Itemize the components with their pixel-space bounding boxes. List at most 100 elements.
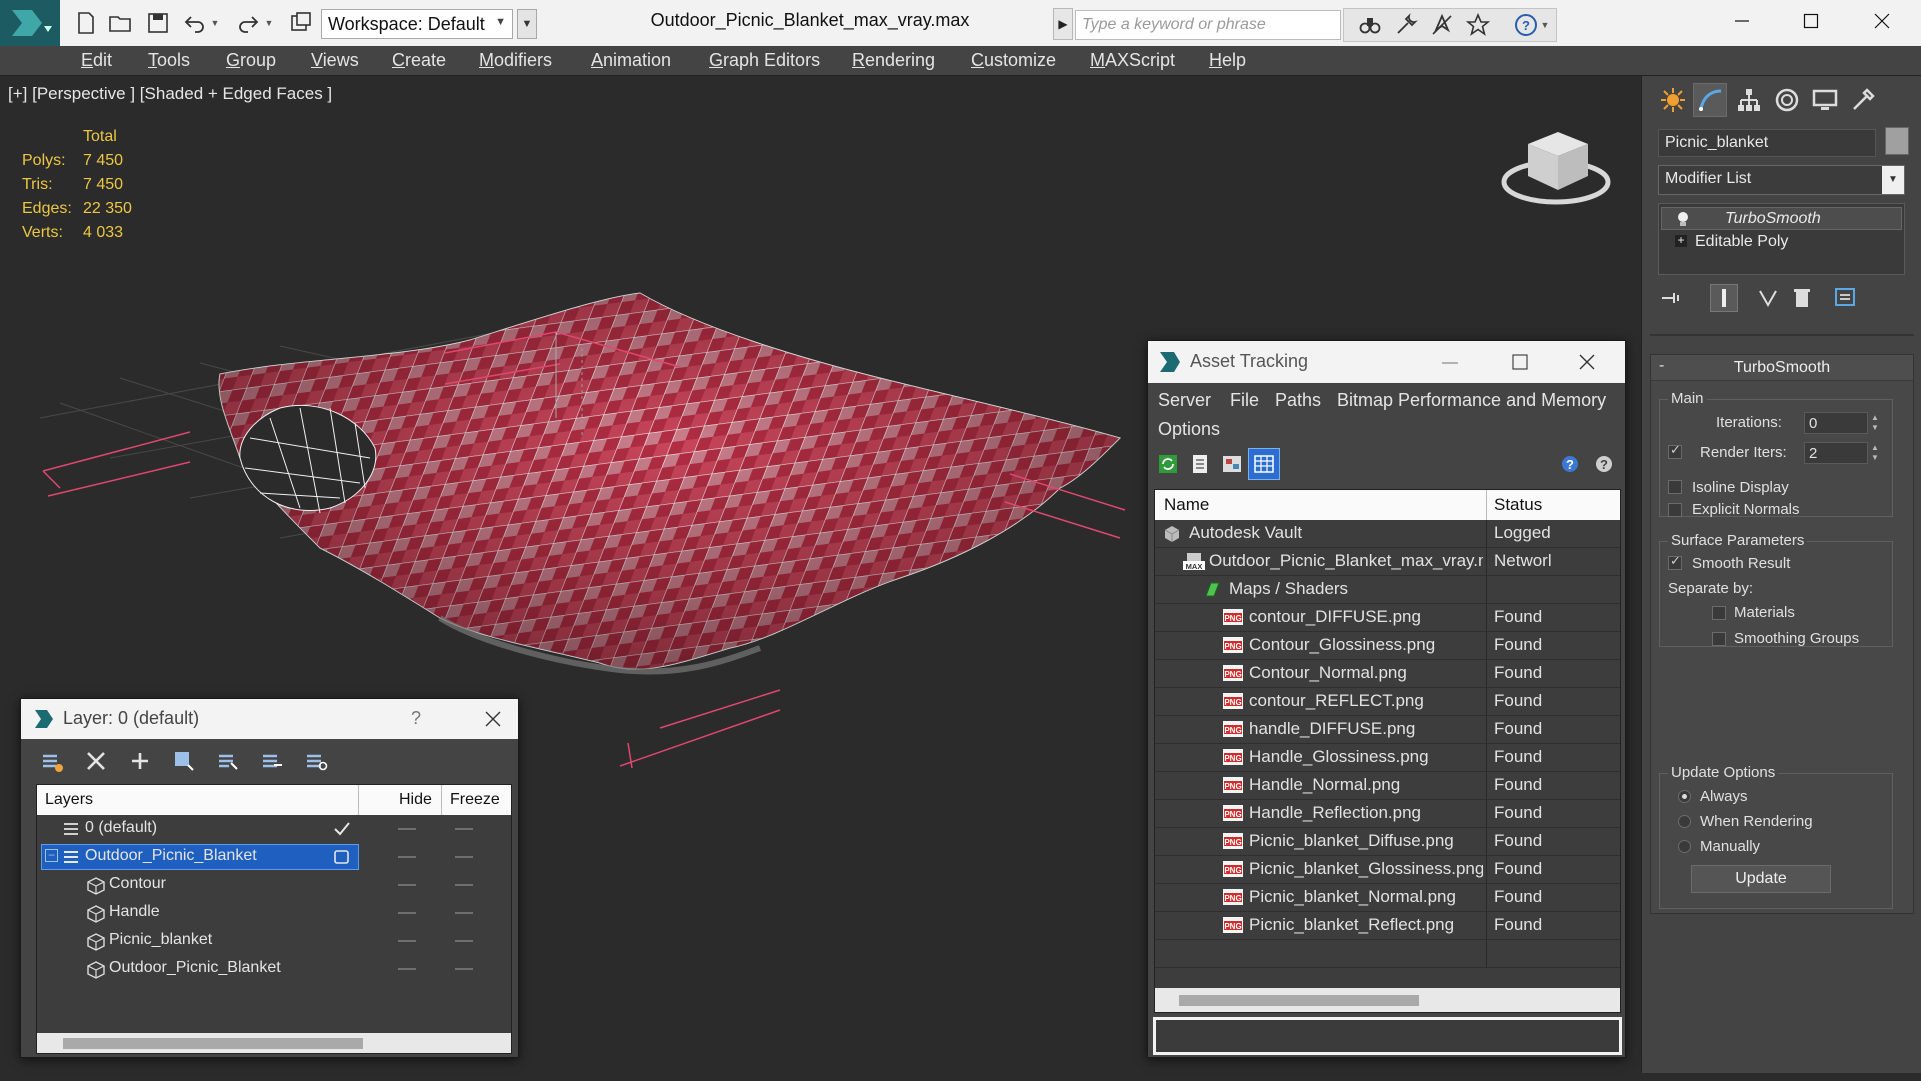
column-hide[interactable]: Hide (399, 791, 432, 809)
asset-row[interactable]: PNG Contour_Normal.png Found (1155, 660, 1620, 688)
update-manually-radio[interactable] (1678, 840, 1691, 853)
expand-plus-icon[interactable]: + (1675, 234, 1687, 247)
asset-row[interactable]: PNG Contour_Glossiness.png Found (1155, 632, 1620, 660)
workspace-menu-button[interactable]: ▼ (517, 9, 537, 39)
help-icon[interactable]: ? (1512, 11, 1540, 39)
menu-tools[interactable]: Tools (148, 50, 190, 71)
make-unique-icon[interactable] (1754, 284, 1782, 312)
configure-modifier-sets-icon[interactable] (1832, 284, 1860, 312)
iterations-spinner[interactable]: 0 ▲ ▼ (1804, 412, 1879, 434)
menu-create[interactable]: Create (392, 50, 446, 71)
modify-tab-icon[interactable] (1693, 83, 1727, 117)
asset-row[interactable]: PNG Picnic_blanket_Normal.png Found (1155, 884, 1620, 912)
object-row-outdoor-picnic-blanket[interactable]: Outdoor_Picnic_Blanket (37, 955, 511, 983)
layer-tree[interactable]: Layers Hide Freeze 0 (default) − Outdoor… (36, 784, 512, 1054)
whats-this-icon[interactable]: ? (1590, 450, 1618, 478)
smooth-result-checkbox[interactable] (1668, 553, 1682, 570)
horizontal-scrollbar[interactable] (1155, 988, 1620, 1012)
maximize-button[interactable] (1776, 0, 1846, 42)
scrollbar-thumb[interactable] (63, 1038, 363, 1049)
list-view-icon[interactable] (1186, 450, 1214, 478)
asset-row[interactable]: Maps / Shaders (1155, 576, 1620, 604)
autodesk-account-icon[interactable] (1428, 11, 1456, 39)
layer-row-default[interactable]: 0 (default) (37, 815, 511, 843)
viewport-label[interactable]: [+] [Perspective ] [Shaded + Edged Faces… (8, 84, 332, 104)
viewcube-icon[interactable] (1500, 124, 1616, 214)
asset-row[interactable]: PNG contour_REFLECT.png Found (1155, 688, 1620, 716)
explicit-normals-checkbox[interactable] (1668, 503, 1682, 517)
object-row-contour[interactable]: Contour (37, 871, 511, 899)
asset-row[interactable]: PNG Picnic_blanket_Glossiness.png Found (1155, 856, 1620, 884)
hide-toggle[interactable] (398, 884, 416, 886)
open-folder-icon[interactable] (106, 9, 134, 37)
freeze-toggle[interactable] (455, 828, 473, 830)
create-layer-icon[interactable] (125, 747, 155, 775)
update-button[interactable]: Update (1691, 865, 1831, 893)
asset-row[interactable]: PNG Handle_Reflection.png Found (1155, 800, 1620, 828)
binoculars-icon[interactable] (1356, 11, 1384, 39)
asset-row[interactable]: PNG Picnic_blanket_Diffuse.png Found (1155, 828, 1620, 856)
modifier-list-dropdown[interactable]: Modifier List ▼ (1658, 165, 1905, 195)
freeze-toggle[interactable] (455, 912, 473, 914)
spinner-arrows-icon[interactable]: ▲ ▼ (1869, 443, 1881, 465)
lightbulb-icon[interactable] (1676, 211, 1690, 227)
freeze-toggle[interactable] (455, 940, 473, 942)
freeze-toggle[interactable] (455, 968, 473, 970)
favorites-star-icon[interactable] (1464, 11, 1492, 39)
menu-views[interactable]: Views (311, 50, 359, 71)
asset-row[interactable]: PNG handle_DIFFUSE.png Found (1155, 716, 1620, 744)
asset-row[interactable]: Autodesk Vault Logged (1155, 520, 1620, 548)
hierarchy-tab-icon[interactable] (1732, 83, 1766, 117)
add-to-layer-icon[interactable] (169, 747, 199, 775)
layer-explorer-window[interactable]: Layer: 0 (default) ? Layers Hide Freeze … (20, 698, 519, 1058)
hide-toggle[interactable] (398, 968, 416, 970)
freeze-toggle[interactable] (455, 856, 473, 858)
create-tab-icon[interactable] (1656, 83, 1690, 117)
asset-row[interactable]: PNG Handle_Normal.png Found (1155, 772, 1620, 800)
pin-stack-icon[interactable] (1658, 284, 1686, 312)
object-name-field[interactable] (1658, 129, 1876, 157)
layer-window-titlebar[interactable]: Layer: 0 (default) ? (21, 699, 518, 739)
menu-help[interactable]: Help (1209, 50, 1246, 71)
remove-modifier-icon[interactable] (1788, 284, 1816, 312)
update-always-radio[interactable] (1678, 790, 1691, 803)
asset-row[interactable]: PNG Picnic_blanket_Reflect.png Found (1155, 912, 1620, 940)
asset-menu-options[interactable]: Options (1158, 419, 1220, 440)
column-name[interactable]: Name (1164, 495, 1209, 515)
set-current-icon[interactable] (333, 849, 351, 865)
asset-row[interactable]: PNG contour_DIFFUSE.png Found (1155, 604, 1620, 632)
layer-row-outdoor-picnic-blanket[interactable]: − Outdoor_Picnic_Blanket (37, 843, 511, 871)
menu-graph-editors[interactable]: Graph Editors (709, 50, 820, 71)
undo-dropdown-icon[interactable]: ▼ (208, 9, 222, 37)
asset-menu-paths[interactable]: Paths (1275, 390, 1321, 411)
search-input[interactable] (1075, 10, 1341, 40)
help-question-icon[interactable]: ? (411, 708, 421, 729)
freeze-toggle[interactable] (455, 884, 473, 886)
maximize-icon[interactable] (1512, 354, 1528, 370)
search-expand-button[interactable]: ▶ (1053, 8, 1073, 40)
asset-path-field[interactable] (1153, 1017, 1622, 1055)
isoline-display-checkbox[interactable] (1668, 480, 1682, 494)
motion-tab-icon[interactable] (1770, 83, 1804, 117)
asset-menu-bitmap-performance[interactable]: Bitmap Performance and Memory (1337, 390, 1606, 411)
help-dropdown-icon[interactable]: ▼ (1538, 11, 1552, 39)
help-icon[interactable]: ? (1558, 450, 1586, 478)
utilities-tab-icon[interactable] (1846, 83, 1880, 117)
asset-table[interactable]: Name Status Autodesk Vault Logged MAX Outdo… (1154, 489, 1621, 1013)
asset-tracking-window[interactable]: Asset Tracking Server File Paths Bitmap … (1147, 340, 1626, 1058)
new-file-icon[interactable] (72, 9, 100, 37)
menu-rendering[interactable]: Rendering (852, 50, 935, 71)
hide-toggle[interactable] (398, 940, 416, 942)
materials-checkbox[interactable] (1712, 606, 1726, 620)
collapse-toggle-icon[interactable]: − (45, 849, 58, 862)
show-end-result-icon[interactable] (1710, 284, 1738, 312)
column-status[interactable]: Status (1494, 495, 1542, 515)
hide-toggle[interactable] (398, 912, 416, 914)
current-layer-check-icon[interactable] (333, 821, 351, 837)
refresh-icon[interactable] (1154, 450, 1182, 478)
minimize-button[interactable] (1707, 0, 1777, 42)
menu-group[interactable]: Group (226, 50, 276, 71)
menu-customize[interactable]: Customize (971, 50, 1056, 71)
close-button[interactable] (1847, 0, 1917, 42)
close-icon[interactable] (485, 711, 501, 727)
